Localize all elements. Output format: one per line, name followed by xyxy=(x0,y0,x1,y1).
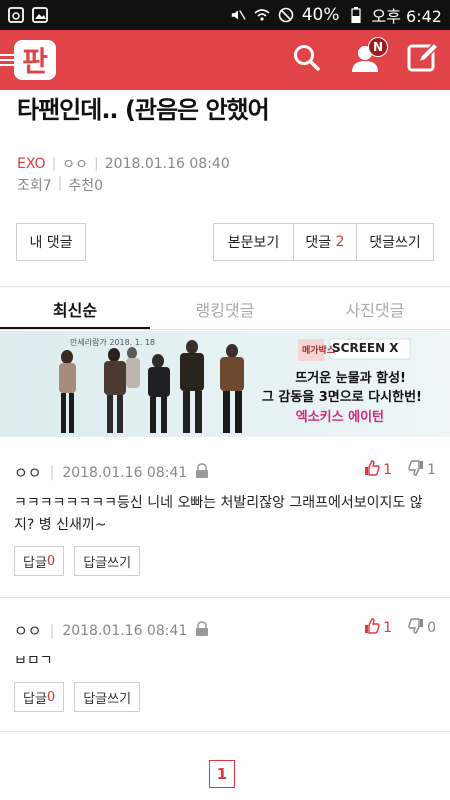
tabs-divider xyxy=(0,329,450,330)
write-icon xyxy=(407,41,440,78)
banner-headline-2: 그 감동을 3면으로 다시한번! xyxy=(261,390,422,405)
image-icon xyxy=(32,7,48,23)
meta-separator: | xyxy=(49,622,55,639)
comments-label: 댓글 xyxy=(305,235,332,251)
post-title: 타팬인데.. (관음은 안했어 xyxy=(17,96,270,124)
like-button[interactable]: 1 xyxy=(364,460,392,480)
comment-reply-actions: 답글 0 답글쓰기 xyxy=(14,546,141,576)
dislike-button[interactable]: 1 xyxy=(408,460,436,480)
views-label: 조회 xyxy=(17,178,43,194)
comment-sort-tabs: 최신순 랭킹댓글 사진댓글 xyxy=(0,286,450,330)
view-post-button[interactable]: 본문보기 xyxy=(213,223,293,261)
comment-divider xyxy=(0,731,450,732)
post-datetime: 2018.01.16 08:40 xyxy=(104,156,230,172)
like-count: 1 xyxy=(383,462,393,478)
dislike-count: 0 xyxy=(427,620,436,636)
wifi-icon xyxy=(254,7,270,23)
comment-datetime: 2018.01.16 08:41 xyxy=(62,464,188,481)
banner-headline-1: 뜨거운 눈물과 함성! xyxy=(295,371,406,386)
lock-icon xyxy=(195,620,209,641)
tab-latest[interactable]: 최신순 xyxy=(0,287,150,330)
battery-icon xyxy=(348,7,364,23)
write-reply-button[interactable]: 답글쓰기 xyxy=(74,682,141,712)
write-button[interactable] xyxy=(406,41,440,78)
battery-percent: 40% xyxy=(301,5,340,25)
app-header: 판 N xyxy=(0,30,450,90)
my-comments-button[interactable]: 내 댓글 xyxy=(16,223,86,261)
thumbs-up-icon xyxy=(364,460,380,480)
logo-text: 판 xyxy=(22,45,48,78)
reply-count: 0 xyxy=(46,553,56,569)
meta-separator: | xyxy=(57,175,63,191)
recommend-count: 0 xyxy=(94,178,104,194)
comment-author: ㅇㅇ xyxy=(14,622,42,640)
comment-votes: 1 0 xyxy=(364,618,436,638)
replies-button[interactable]: 답글 0 xyxy=(14,682,65,712)
comment-datetime: 2018.01.16 08:41 xyxy=(62,622,188,639)
comment-actions: 내 댓글 본문보기 댓글 2 댓글쓰기 xyxy=(16,223,434,261)
lock-icon xyxy=(195,462,209,483)
write-comment-button[interactable]: 댓글쓰기 xyxy=(356,223,434,261)
comments-count: 2 xyxy=(335,234,345,250)
views-count: 7 xyxy=(42,178,52,194)
meta-separator: | xyxy=(94,156,99,172)
post-stats: 조회7 | 추천0 xyxy=(17,175,103,195)
comment-header: ㅇㅇ | 2018.01.16 08:41 xyxy=(14,620,209,641)
status-bar: 40% 오후 6:42 xyxy=(0,0,450,30)
banner-format: SCREEN X xyxy=(332,341,399,355)
reply-count: 0 xyxy=(46,689,56,705)
notification-badge: N xyxy=(368,37,388,57)
like-count: 1 xyxy=(383,620,393,636)
ad-banner[interactable]: 만세라람가 2018. 1. 18 메가박스 SCREEN X 뜨거운 눈물과 … xyxy=(0,331,450,437)
like-button[interactable]: 1 xyxy=(364,618,392,638)
thumbs-down-icon xyxy=(408,460,424,480)
post-category[interactable]: EXO xyxy=(17,156,46,172)
comment-text: ㅋㅋㅋㅋㅋㅋㅋㅋ등신 니네 오빠는 처발리잖앙 그래프에서보이지도 않지? 병 … xyxy=(14,495,423,533)
meta-separator: | xyxy=(49,464,55,481)
tab-photo[interactable]: 사진댓글 xyxy=(300,287,450,330)
search-icon xyxy=(293,44,321,76)
comment-votes: 1 1 xyxy=(364,460,436,480)
tab-ranking[interactable]: 랭킹댓글 xyxy=(150,287,300,330)
profile-button[interactable]: N xyxy=(348,37,388,77)
gallery-icon xyxy=(8,7,24,23)
post-author: ㅇㅇ xyxy=(62,157,89,173)
write-reply-button[interactable]: 답글쓰기 xyxy=(74,546,141,576)
comment-button-group: 본문보기 댓글 2 댓글쓰기 xyxy=(213,223,434,261)
comment-divider xyxy=(0,597,450,598)
no-disturb-icon xyxy=(278,7,294,23)
banner-headline-3: 엑소키스 에이턴 xyxy=(295,410,384,425)
comment-text: ㅂㅁㄱ xyxy=(14,653,53,669)
recommend-label: 추천 xyxy=(68,178,95,194)
clock: 오후 6:42 xyxy=(371,7,442,26)
meta-separator: | xyxy=(51,156,57,172)
reply-label: 답글 xyxy=(23,555,47,571)
comment-header: ㅇㅇ | 2018.01.16 08:41 xyxy=(14,462,209,483)
comments-button[interactable]: 댓글 2 xyxy=(293,223,356,261)
banner-date: 만세라람가 2018. 1. 18 xyxy=(70,338,156,347)
dislike-count: 1 xyxy=(427,462,436,478)
replies-button[interactable]: 답글 0 xyxy=(14,546,65,576)
reply-label: 답글 xyxy=(23,691,47,707)
comment-reply-actions: 답글 0 답글쓰기 xyxy=(14,682,141,712)
page-1-button[interactable]: 1 xyxy=(209,760,235,788)
search-button[interactable] xyxy=(290,43,324,77)
mute-icon xyxy=(230,7,246,23)
thumbs-up-icon xyxy=(364,618,380,638)
banner-brand: 메가박스 xyxy=(302,346,336,356)
comment-author: ㅇㅇ xyxy=(14,464,42,482)
dislike-button[interactable]: 0 xyxy=(408,618,436,638)
post-meta: EXO | ㅇㅇ | 2018.01.16 08:40 xyxy=(17,154,230,174)
thumbs-down-icon xyxy=(408,618,424,638)
pann-logo[interactable]: 판 xyxy=(12,38,58,82)
